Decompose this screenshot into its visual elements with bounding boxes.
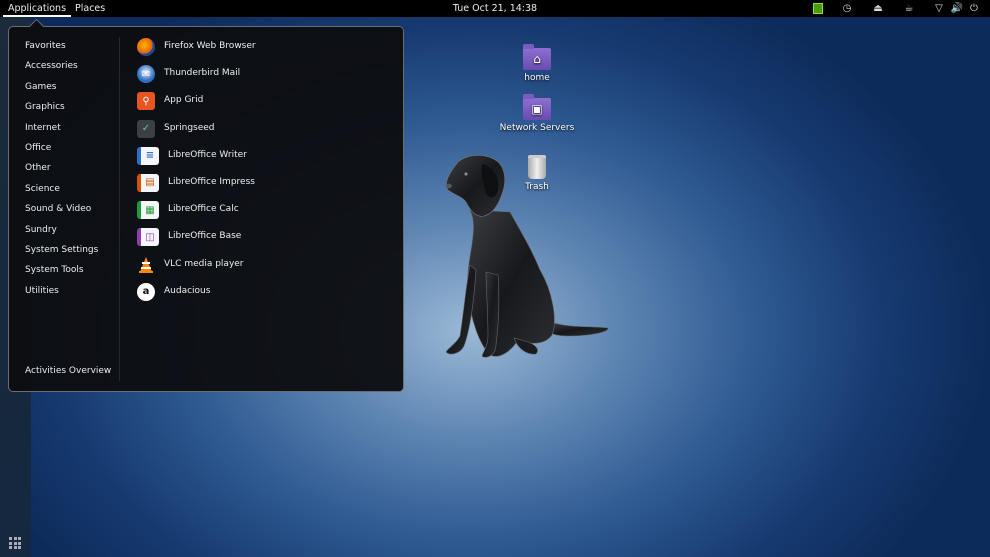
- libreoffice-impress-icon: ▤: [137, 173, 159, 192]
- app-item-app-grid[interactable]: ⚲ App Grid: [137, 92, 256, 119]
- volume-icon[interactable]: 🔊: [949, 0, 965, 17]
- network-monitor-icon[interactable]: [810, 0, 826, 17]
- app-item-libreoffice-writer[interactable]: ≡ LibreOffice Writer: [137, 146, 256, 174]
- home-folder-icon: ⌂: [523, 44, 551, 70]
- applications-menu-popup: Favorites Accessories Games Graphics Int…: [8, 26, 404, 392]
- springseed-icon: ✓: [137, 119, 155, 138]
- app-item-label: LibreOffice Impress: [168, 176, 255, 187]
- app-item-firefox[interactable]: Firefox Web Browser: [137, 38, 256, 65]
- category-other[interactable]: Other: [25, 161, 98, 181]
- app-item-libreoffice-impress[interactable]: ▤ LibreOffice Impress: [137, 173, 256, 201]
- app-item-label: LibreOffice Writer: [168, 149, 247, 160]
- show-applications-icon[interactable]: [9, 537, 21, 549]
- libreoffice-calc-icon: ▦: [137, 201, 159, 220]
- app-item-label: LibreOffice Calc: [168, 204, 239, 215]
- category-system-settings[interactable]: System Settings: [25, 243, 98, 263]
- app-item-vlc[interactable]: VLC media player: [137, 256, 256, 283]
- libreoffice-writer-icon: ≡: [137, 146, 159, 165]
- category-sound-video[interactable]: Sound & Video: [25, 202, 98, 222]
- app-item-libreoffice-calc[interactable]: ▦ LibreOffice Calc: [137, 201, 256, 228]
- category-science[interactable]: Science: [25, 182, 98, 202]
- firefox-icon: [137, 38, 155, 56]
- app-item-label: LibreOffice Base: [168, 231, 242, 242]
- app-item-label: Audacious: [164, 285, 211, 296]
- app-item-label: App Grid: [164, 95, 204, 106]
- wifi-icon[interactable]: ▽: [931, 0, 947, 17]
- category-system-tools[interactable]: System Tools: [25, 263, 98, 283]
- app-item-thunderbird[interactable]: ✉ Thunderbird Mail: [137, 65, 256, 92]
- category-games[interactable]: Games: [25, 80, 98, 100]
- category-internet[interactable]: Internet: [25, 121, 98, 141]
- app-grid-icon: ⚲: [137, 92, 155, 111]
- eject-icon[interactable]: ⏏: [870, 0, 886, 17]
- app-item-springseed[interactable]: ✓ Springseed: [137, 119, 256, 147]
- category-utilities[interactable]: Utilities: [25, 284, 98, 304]
- libreoffice-base-icon: ◫: [137, 228, 159, 247]
- desktop-icon-network-servers[interactable]: ▣ Network Servers: [497, 94, 577, 133]
- audacious-icon: a: [137, 282, 155, 301]
- black-dog-wallpaper-image: [445, 155, 609, 358]
- app-item-label: Thunderbird Mail: [164, 68, 241, 79]
- menu-divider: [119, 37, 120, 381]
- activities-overview-item[interactable]: Activities Overview: [25, 366, 111, 376]
- desktop-icon-label: home: [524, 73, 550, 83]
- desktop-icon-label: Network Servers: [499, 123, 575, 133]
- app-item-audacious[interactable]: a Audacious: [137, 282, 256, 310]
- category-graphics[interactable]: Graphics: [25, 100, 98, 120]
- category-accessories[interactable]: Accessories: [25, 59, 98, 79]
- app-item-label: Firefox Web Browser: [164, 41, 256, 51]
- network-folder-icon: ▣: [523, 94, 551, 120]
- category-list: Favorites Accessories Games Graphics Int…: [25, 39, 98, 304]
- app-item-label: Springseed: [164, 122, 215, 133]
- power-icon[interactable]: ⏻: [966, 0, 982, 17]
- desktop-icon-home[interactable]: ⌂ home: [497, 44, 577, 83]
- category-favorites[interactable]: Favorites: [25, 39, 98, 59]
- favorites-app-list: Firefox Web Browser ✉ Thunderbird Mail ⚲…: [137, 38, 256, 310]
- vlc-icon: [137, 256, 155, 274]
- app-item-libreoffice-base[interactable]: ◫ LibreOffice Base: [137, 228, 256, 255]
- app-item-label: VLC media player: [164, 258, 244, 269]
- coffee-icon[interactable]: ☕: [901, 0, 917, 17]
- category-sundry[interactable]: Sundry: [25, 223, 98, 243]
- clock-indicator-icon[interactable]: ◷: [839, 0, 855, 17]
- top-bar: Applications Places Tue Oct 21, 14:38 ◷ …: [0, 0, 990, 17]
- thunderbird-icon: ✉: [137, 65, 155, 84]
- category-office[interactable]: Office: [25, 141, 98, 161]
